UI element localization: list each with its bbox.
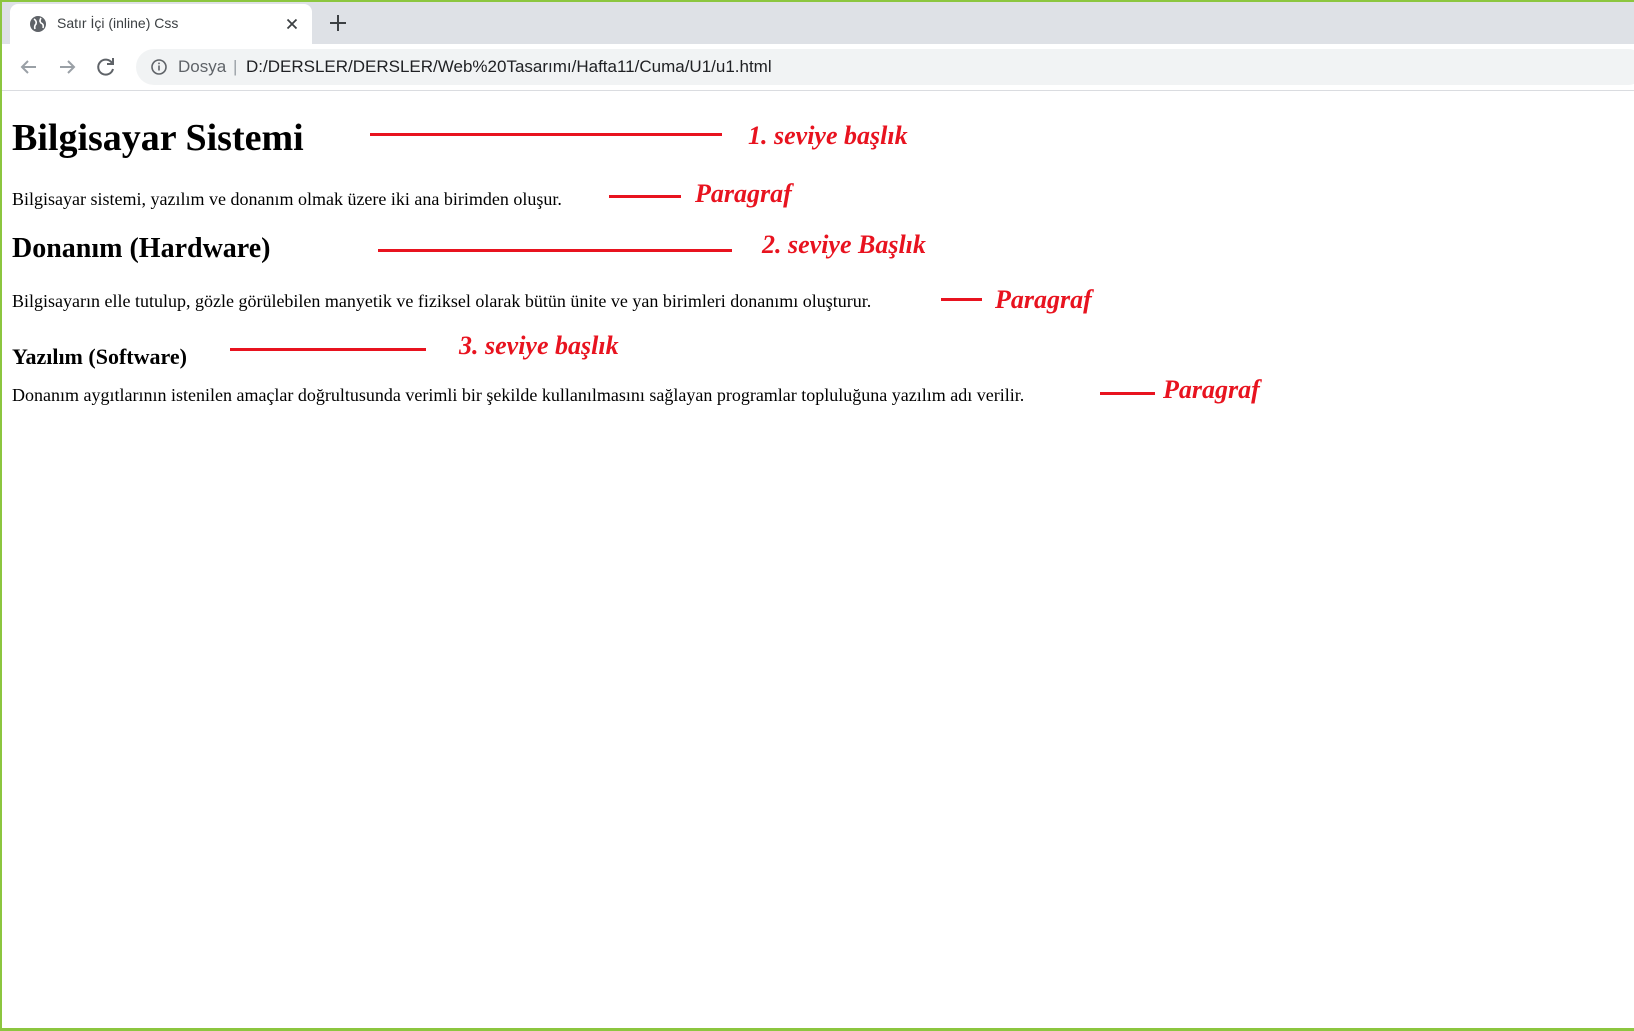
paragraph-2: Bilgisayarın elle tutulup, gözle görüleb… <box>12 291 872 311</box>
paragraph-1: Bilgisayar sistemi, yazılım ve donanım o… <box>12 189 562 209</box>
annotation-label-p3: Paragraf <box>1163 375 1260 404</box>
url-text[interactable]: D:/DERSLER/DERSLER/Web%20Tasarımı/Hafta1… <box>246 57 772 77</box>
tab-active[interactable]: Satır İçi (inline) Css <box>10 4 312 44</box>
annotation-label-p2: Paragraf <box>995 285 1092 314</box>
annotation-line-p2 <box>941 298 982 301</box>
paragraph-3: Donanım aygıtlarının istenilen amaçlar d… <box>12 385 1025 405</box>
tab-strip: Satır İçi (inline) Css <box>2 2 1634 44</box>
scheme-separator: | <box>233 57 238 76</box>
heading-level-1: Bilgisayar Sistemi <box>12 117 304 159</box>
annotation-line-h2 <box>378 249 732 252</box>
annotation-line-p3 <box>1100 392 1155 395</box>
globe-icon <box>28 14 48 34</box>
arrow-right-icon[interactable] <box>54 54 80 80</box>
info-icon[interactable] <box>150 58 168 76</box>
plus-icon[interactable] <box>326 11 350 35</box>
annotation-label-h3: 3. seviye başlık <box>459 331 619 360</box>
annotation-line-h3 <box>230 348 426 351</box>
heading-level-2: Donanım (Hardware) <box>12 233 271 264</box>
annotation-line-h1 <box>370 133 722 136</box>
annotation-line-p1 <box>609 195 681 198</box>
arrow-left-icon[interactable] <box>16 54 42 80</box>
annotation-label-h2: 2. seviye Başlık <box>762 230 926 259</box>
tab-title: Satır İçi (inline) Css <box>57 15 179 31</box>
annotation-label-p1: Paragraf <box>695 179 792 208</box>
close-icon[interactable] <box>282 14 302 34</box>
address-bar[interactable]: Dosya | D:/DERSLER/DERSLER/Web%20Tasarım… <box>136 49 1634 85</box>
heading-level-3: Yazılım (Software) <box>12 344 187 369</box>
scheme-label: Dosya <box>178 57 227 76</box>
browser-window: Satır İçi (inline) Css Dosya | D:/DERSLE… <box>0 0 1634 1031</box>
page-content: Bilgisayar Sistemi Bilgisayar sistemi, y… <box>2 91 1634 1028</box>
browser-toolbar: Dosya | D:/DERSLER/DERSLER/Web%20Tasarım… <box>2 44 1634 91</box>
reload-icon[interactable] <box>93 54 119 80</box>
annotation-label-h1: 1. seviye başlık <box>748 121 908 150</box>
